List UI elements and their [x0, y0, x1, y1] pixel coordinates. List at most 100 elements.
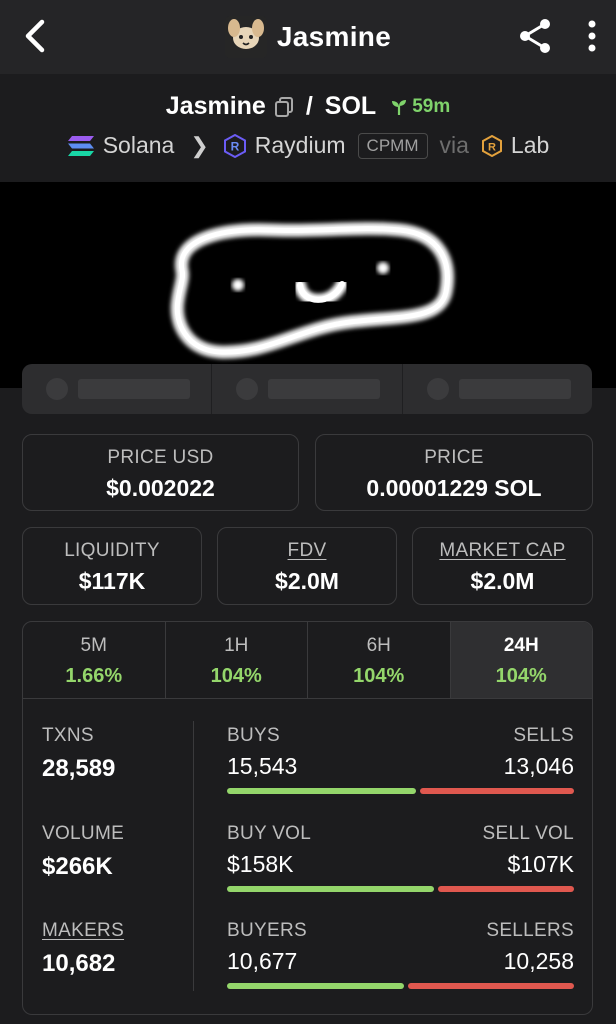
share-icon	[520, 19, 550, 53]
token-avatar	[224, 16, 267, 58]
buyers-sellers-stat: BUYERS SELLERS 10,677 10,258	[227, 920, 574, 989]
market-cap-label[interactable]: MARKET CAP	[413, 540, 592, 562]
svg-text:R: R	[488, 141, 496, 153]
buys-ratio-fill	[227, 788, 416, 794]
link-placeholder-text	[268, 379, 381, 399]
pair-header: Jasmine / SOL 59m Solana ❯ R Raydium CPM…	[0, 74, 616, 182]
link-placeholder-icon	[426, 378, 449, 400]
volume-ratio-bar	[227, 886, 574, 892]
price-usd-value: $0.002022	[106, 475, 215, 501]
makers-label[interactable]: MAKERS	[42, 920, 124, 942]
sellers-label: SELLERS	[486, 920, 574, 941]
sellers-value: 10,258	[503, 948, 574, 974]
launchpad-name[interactable]: Lab	[511, 132, 549, 159]
market-cap-card[interactable]: MARKET CAP $2.0M	[412, 527, 593, 605]
chain-name[interactable]: Solana	[103, 132, 175, 159]
chevron-right-icon: ❯	[190, 132, 209, 158]
sells-label: SELLS	[513, 725, 574, 746]
link-placeholder-icon	[46, 378, 68, 400]
volume-value: $266K	[42, 853, 113, 880]
price-change: 104%	[495, 665, 547, 687]
sells-ratio-fill	[419, 788, 574, 794]
link-placeholder[interactable]	[212, 364, 403, 414]
link-placeholder-icon	[236, 378, 259, 400]
link-placeholder[interactable]	[22, 364, 213, 414]
more-options-button[interactable]	[580, 16, 604, 56]
txns-value: 28,589	[42, 755, 116, 782]
dex-name[interactable]: Raydium	[255, 132, 346, 159]
liquidity-value: $117K	[78, 568, 146, 594]
top-bar: Jasmine	[0, 0, 616, 74]
tab-label: 24H	[503, 635, 539, 656]
link-placeholder[interactable]	[403, 364, 592, 414]
copy-icon[interactable]	[274, 96, 294, 118]
tab-1h[interactable]: 1H 104%	[166, 622, 308, 698]
buy-vol-label: BUY VOL	[227, 823, 312, 844]
more-vertical-icon	[588, 20, 596, 52]
pair-age: 59m	[390, 96, 450, 118]
makers-stat[interactable]: MAKERS 10,682	[42, 920, 124, 978]
buys-sells-ratio-bar	[227, 788, 574, 794]
price-native-label: PRICE	[424, 447, 484, 468]
link-placeholder-text	[78, 379, 190, 399]
volume-stat: VOLUME $266K	[42, 823, 124, 881]
liquidity-label: LIQUIDITY	[64, 540, 160, 561]
buys-sells-stat: BUYS SELLS 15,543 13,046	[227, 725, 574, 794]
stats-divider	[193, 721, 194, 991]
tab-6h[interactable]: 6H 104%	[308, 622, 451, 698]
buy-sell-volume-stat: BUY VOL SELL VOL $158K $107K	[227, 823, 574, 892]
via-label: via	[439, 132, 469, 158]
tab-label: 6H	[366, 635, 391, 656]
buys-label: BUYS	[227, 725, 280, 746]
raydium-icon: R	[223, 133, 246, 158]
sell-vol-value: $107K	[507, 851, 574, 877]
trading-stats-panel: TXNS 28,589 BUYS SELLS 15,543 13,046 VOL…	[22, 699, 593, 1015]
tab-label: 5M	[80, 635, 107, 656]
tab-5m[interactable]: 5M 1.66%	[23, 622, 166, 698]
sell-vol-label: SELL VOL	[482, 823, 574, 844]
token-banner-image	[0, 182, 616, 388]
link-placeholder-text	[458, 379, 571, 399]
pair-separator: /	[305, 92, 313, 120]
sell-vol-ratio-fill	[437, 886, 574, 892]
page-title: Jasmine	[276, 21, 392, 52]
price-change: 104%	[353, 665, 405, 687]
pool-type-badge: CPMM	[357, 132, 428, 159]
buyers-value: 10,677	[227, 948, 298, 974]
buy-vol-value: $158K	[227, 851, 294, 877]
quote-token-name: SOL	[324, 92, 377, 120]
seedling-icon	[392, 99, 407, 115]
buyers-label: BUYERS	[227, 920, 307, 941]
svg-text:R: R	[230, 139, 239, 153]
price-native-card: PRICE 0.00001229 SOL	[315, 434, 593, 511]
price-change: 1.66%	[65, 665, 123, 687]
price-native-value: 0.00001229 SOL	[366, 475, 542, 501]
buys-value: 15,543	[227, 753, 298, 779]
price-usd-card: PRICE USD $0.002022	[22, 434, 299, 511]
sells-value: 13,046	[503, 753, 574, 779]
txns-label: TXNS	[42, 725, 94, 746]
buyers-ratio-fill	[227, 983, 404, 989]
market-cap-value: $2.0M	[470, 568, 535, 594]
price-usd-label: PRICE USD	[107, 447, 214, 468]
solana-icon	[67, 135, 94, 156]
makers-value: 10,682	[42, 950, 116, 977]
social-links-bar	[22, 364, 592, 414]
tab-label: 1H	[224, 635, 249, 656]
share-button[interactable]	[516, 16, 556, 56]
period-tabs: 5M 1.66% 1H 104% 6H 104% 24H 104%	[22, 621, 593, 699]
pair-age-value: 59m	[412, 95, 451, 117]
sellers-ratio-fill	[407, 983, 574, 989]
launchpad-icon: R	[481, 134, 502, 157]
fdv-label[interactable]: FDV	[218, 540, 396, 562]
liquidity-card: LIQUIDITY $117K	[22, 527, 202, 605]
buy-vol-ratio-fill	[227, 886, 434, 892]
price-change: 104%	[210, 665, 262, 687]
buyers-sellers-ratio-bar	[227, 983, 574, 989]
base-token-name: Jasmine	[165, 92, 266, 120]
txns-stat: TXNS 28,589	[42, 725, 115, 783]
fdv-value: $2.0M	[275, 568, 339, 594]
fdv-card[interactable]: FDV $2.0M	[217, 527, 397, 605]
volume-label: VOLUME	[42, 823, 125, 844]
tab-24h[interactable]: 24H 104%	[450, 622, 592, 698]
